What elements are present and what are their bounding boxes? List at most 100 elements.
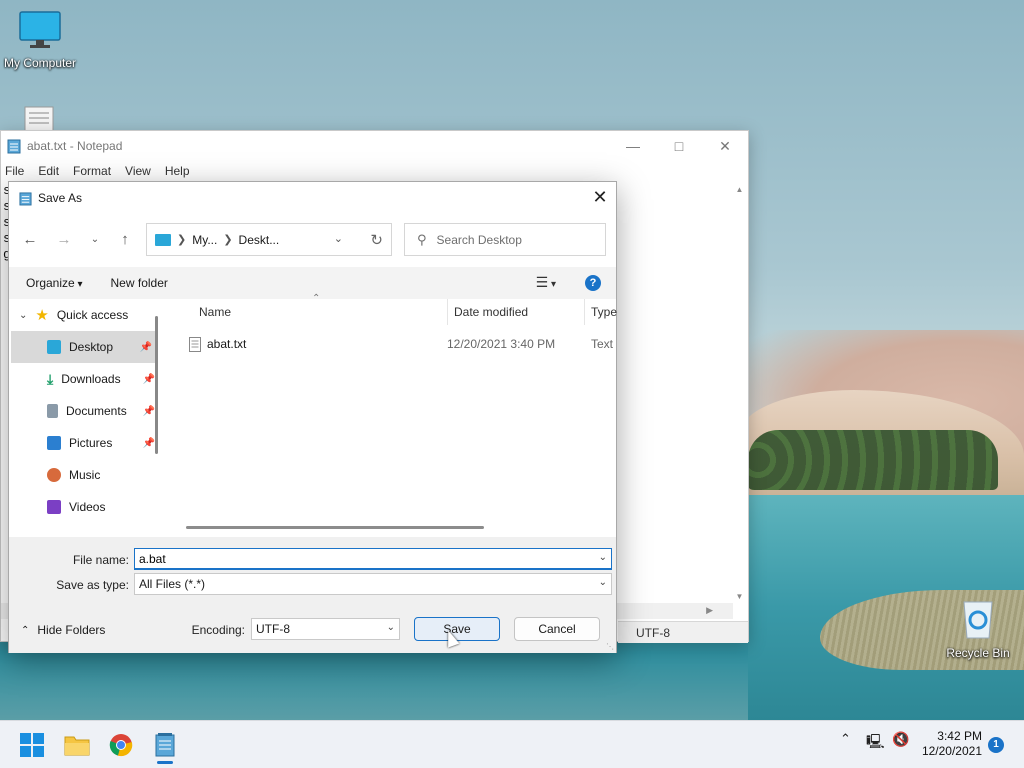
desktop-icon-my-computer[interactable]: My Computer: [2, 10, 78, 70]
sidebar-item-music[interactable]: Music: [9, 459, 159, 491]
chevron-up-icon: ⌃: [21, 624, 30, 636]
chevron-right-icon: ❯: [177, 234, 187, 246]
save-as-type-select[interactable]: All Files (*.*) ⌄: [134, 573, 612, 595]
chrome-icon: [109, 734, 133, 757]
scroll-up-icon[interactable]: ▲: [731, 185, 748, 194]
desktop-icon-recycle-bin[interactable]: Recycle Bin: [938, 598, 1018, 660]
save-as-type-label: Save as type:: [56, 578, 129, 592]
chevron-down-icon[interactable]: ⌄: [599, 577, 607, 588]
menu-view[interactable]: View: [125, 164, 151, 178]
sidebar-item-downloads[interactable]: ⤓ Downloads 📌: [9, 363, 159, 395]
save-as-dialog[interactable]: Save As ✕ ← → ⌄ ↑ ❯ My... ❯ Deskt... ⌄ ↻…: [8, 181, 617, 653]
notepad-icon: [7, 139, 21, 154]
file-explorer-icon: [64, 736, 90, 756]
column-header-type[interactable]: Type: [584, 299, 617, 325]
sidebar-item-label: Music: [69, 468, 101, 482]
clock-time: 3:42 PM: [937, 729, 982, 743]
clock[interactable]: 3:42 PM 12/20/2021: [920, 729, 982, 759]
column-header-name[interactable]: Name: [199, 299, 231, 325]
pin-icon[interactable]: 📌: [143, 438, 155, 449]
volume-muted-icon[interactable]: 🔇: [892, 731, 909, 748]
resize-grip-icon[interactable]: ⋱: [606, 642, 614, 651]
cancel-button[interactable]: Cancel: [514, 617, 600, 641]
notification-badge[interactable]: 1: [988, 737, 1004, 753]
encoding-select[interactable]: UTF-8 ⌄: [251, 618, 400, 640]
encoding-label: Encoding:: [191, 623, 245, 637]
network-icon[interactable]: 🖳: [866, 731, 885, 755]
sidebar-item-desktop[interactable]: Desktop 📌: [11, 331, 156, 363]
view-options-icon[interactable]: ☰: [536, 274, 556, 291]
videos-icon: [47, 500, 61, 514]
chevron-down-icon[interactable]: ⌄: [387, 622, 395, 633]
file-name-label: File name:: [72, 553, 129, 567]
new-folder-button[interactable]: New folder: [111, 276, 168, 290]
recent-locations-chevron-icon[interactable]: ⌄: [84, 228, 106, 250]
file-name-input[interactable]: [139, 552, 564, 566]
up-arrow-icon[interactable]: ↑: [114, 228, 136, 250]
breadcrumb-my-computer[interactable]: My...: [192, 233, 217, 247]
menu-help[interactable]: Help: [165, 164, 190, 178]
start-button[interactable]: [15, 728, 49, 762]
file-name-field[interactable]: ⌄: [134, 548, 612, 570]
text-file-icon: [24, 106, 54, 133]
pictures-icon: [47, 436, 61, 450]
close-button[interactable]: ✕: [702, 131, 748, 161]
chevron-down-icon[interactable]: ⌄: [19, 310, 27, 321]
sidebar-item-documents[interactable]: Documents 📌: [9, 395, 159, 427]
dialog-titlebar[interactable]: Save As: [9, 182, 616, 214]
forward-arrow-icon[interactable]: →: [53, 228, 75, 250]
hide-folders-button[interactable]: ⌃ Hide Folders: [21, 623, 105, 637]
maximize-button[interactable]: □: [656, 131, 702, 161]
music-icon: [47, 468, 61, 482]
sidebar-item-quick-access[interactable]: ⌄ ★ Quick access: [9, 299, 159, 331]
notepad-title: abat.txt - Notepad: [27, 139, 123, 153]
sidebar-item-videos[interactable]: Videos: [9, 491, 159, 523]
clock-date: 12/20/2021: [921, 744, 982, 758]
pin-icon[interactable]: 📌: [143, 374, 155, 385]
chevron-down-icon[interactable]: ⌄: [599, 552, 607, 563]
breadcrumb-desktop[interactable]: Deskt...: [239, 233, 280, 247]
chevron-right-icon: ❯: [223, 234, 233, 246]
monitor-icon: [19, 11, 61, 48]
scroll-right-icon[interactable]: ▶: [706, 605, 713, 616]
download-icon: ⤓: [47, 370, 54, 387]
dialog-title: Save As: [38, 191, 83, 205]
chrome-button[interactable]: [104, 728, 138, 762]
taskbar: ⌃ 🖳 🔇 3:42 PM 12/20/2021 1: [0, 720, 1024, 768]
close-icon[interactable]: ✕: [584, 182, 616, 212]
sidebar-item-label: Desktop: [69, 340, 114, 354]
navigation-bar: ← → ⌄ ↑ ❯ My... ❯ Deskt... ⌄ ↻ ⚲ Search …: [9, 218, 616, 258]
documents-icon: [47, 404, 58, 418]
menu-edit[interactable]: Edit: [38, 164, 59, 178]
text-file-icon: [189, 336, 201, 352]
chevron-down-icon[interactable]: ⌄: [334, 232, 343, 245]
minimize-button[interactable]: —: [610, 131, 656, 161]
sidebar-scrollbar[interactable]: [155, 316, 158, 454]
pin-icon[interactable]: 📌: [140, 342, 152, 353]
file-list-scrollbar[interactable]: [186, 526, 484, 529]
sidebar-item-pictures[interactable]: Pictures 📌: [9, 427, 159, 459]
search-icon: ⚲: [417, 231, 427, 247]
organize-button[interactable]: Organize: [26, 276, 83, 290]
back-arrow-icon[interactable]: ←: [19, 228, 41, 250]
status-encoding: UTF-8: [618, 621, 748, 643]
help-icon[interactable]: ?: [585, 275, 601, 291]
scroll-down-icon[interactable]: ▼: [731, 592, 748, 601]
vertical-scrollbar[interactable]: ▲ ▼: [731, 181, 748, 603]
sidebar-item-label: Pictures: [69, 436, 113, 450]
column-header-date-modified[interactable]: Date modified: [447, 299, 528, 325]
chevron-up-icon[interactable]: ⌃: [840, 731, 851, 747]
sidebar-item-label: Documents: [66, 404, 127, 418]
search-input[interactable]: ⚲ Search Desktop: [404, 223, 606, 256]
refresh-icon[interactable]: ↻: [370, 231, 383, 249]
notepad-taskbar-button[interactable]: [148, 728, 182, 764]
file-row[interactable]: abat.txt: [189, 333, 246, 355]
notepad-icon: [19, 191, 32, 205]
file-explorer-button[interactable]: [60, 728, 94, 762]
sidebar-item-label: Videos: [69, 500, 106, 514]
address-bar[interactable]: ❯ My... ❯ Deskt... ⌄ ↻: [146, 223, 392, 256]
menu-file[interactable]: File: [5, 164, 24, 178]
menu-format[interactable]: Format: [73, 164, 111, 178]
pin-icon[interactable]: 📌: [143, 406, 155, 417]
star-icon: ★: [35, 307, 49, 324]
